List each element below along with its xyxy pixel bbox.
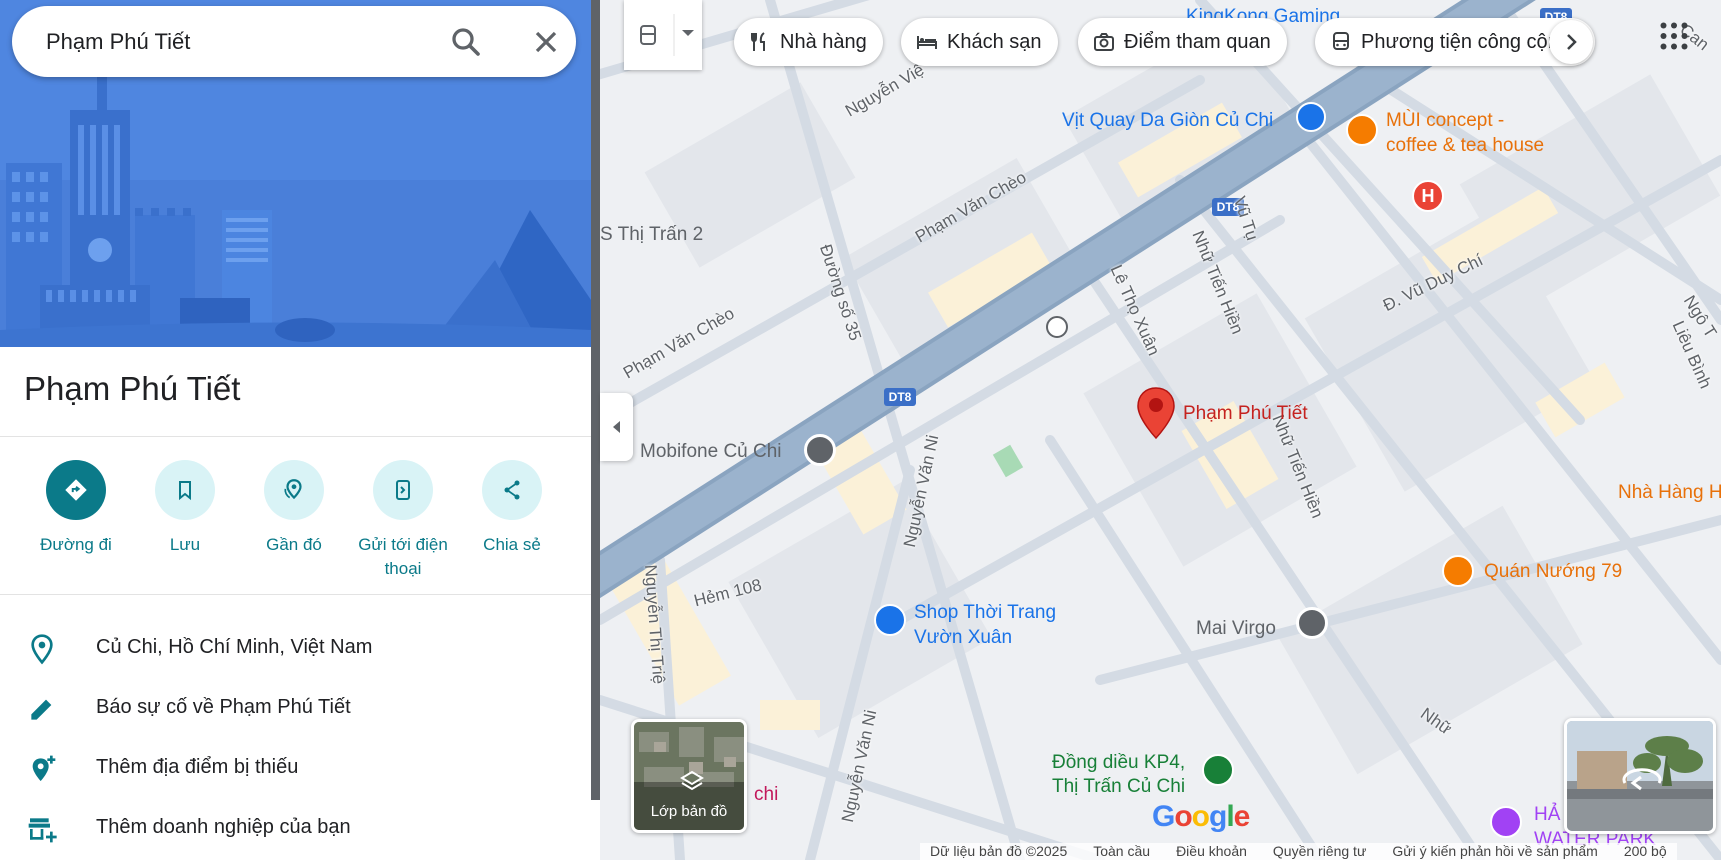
add-missing-place-text: Thêm địa điểm bị thiếu xyxy=(96,756,299,778)
layers-label: Lớp bản đồ xyxy=(650,803,728,820)
divider xyxy=(0,436,591,437)
shopping-bag-icon[interactable] xyxy=(1296,102,1326,132)
chip-label: Khách sạn xyxy=(947,30,1042,53)
feedback-link[interactable]: Gửi ý kiến phản hồi về sản phẩm xyxy=(1392,843,1598,860)
send-to-phone-button[interactable]: Gửi tới điện thoại xyxy=(348,460,458,581)
scale-bar[interactable]: 200 bộ xyxy=(1624,843,1667,860)
poi-label[interactable]: Mobifone Củ Chi xyxy=(640,441,782,463)
hospital-icon[interactable]: H xyxy=(1412,180,1444,212)
bookmark-icon xyxy=(155,460,215,520)
close-icon xyxy=(535,31,557,53)
location-pin-icon xyxy=(31,634,53,665)
google-apps-button[interactable] xyxy=(1656,18,1692,54)
nearby-icon xyxy=(264,460,324,520)
place-title: Phạm Phú Tiết xyxy=(24,370,241,407)
divider xyxy=(0,594,591,595)
nearby-button[interactable]: Gần đó xyxy=(239,460,349,557)
chip-hotels[interactable]: Khách sạn xyxy=(901,18,1058,66)
report-issue-row[interactable]: Báo sự cố về Phạm Phú Tiết xyxy=(0,681,591,737)
amusement-icon[interactable] xyxy=(1490,806,1522,838)
search-icon xyxy=(452,28,480,56)
place-panel: Phạm Phú Tiết Đường đi Lưu Gần đó Gửi xyxy=(0,0,591,860)
poi-label[interactable]: HẢ xyxy=(1534,804,1560,826)
save-button[interactable]: Lưu xyxy=(130,460,240,557)
share-button[interactable]: Chia sẻ xyxy=(457,460,567,557)
camera-icon xyxy=(1094,33,1114,51)
chip-attractions[interactable]: Điểm tham quan xyxy=(1078,18,1287,66)
chip-restaurants[interactable]: Nhà hàng xyxy=(734,18,883,66)
poi-label[interactable]: Shop Thời Trang xyxy=(914,602,1056,624)
poi-label[interactable]: Quán Nướng 79 xyxy=(1484,561,1622,583)
selected-place-marker[interactable] xyxy=(1136,386,1176,445)
send-to-phone-icon xyxy=(373,460,433,520)
hotel-icon xyxy=(917,36,937,49)
poi-label[interactable]: Thị Trấn Củ Chi xyxy=(1052,776,1185,798)
shopping-bag-icon[interactable] xyxy=(874,604,906,636)
directions-button[interactable]: Đường đi xyxy=(21,460,131,557)
bus-stop-icon[interactable] xyxy=(1046,316,1068,338)
chevron-right-icon xyxy=(1567,34,1577,50)
poi-label[interactable]: MÙI concept - xyxy=(1386,110,1504,132)
place-dot-icon[interactable] xyxy=(804,434,836,466)
directions-label: Đường đi xyxy=(40,535,112,554)
add-business-text: Thêm doanh nghiệp của bạn xyxy=(96,816,351,838)
road-shield-dt8: DT8 xyxy=(884,388,916,406)
add-location-icon xyxy=(32,755,56,781)
maps-app: Phạm Phú Tiết Đường đi Lưu Gần đó Gửi xyxy=(0,0,1721,860)
privacy-link[interactable]: Quyền riêng tư xyxy=(1273,843,1366,860)
collapse-panel-button[interactable] xyxy=(600,393,633,461)
selected-place-label[interactable]: Phạm Phú Tiết xyxy=(1183,403,1308,425)
search-input[interactable] xyxy=(46,6,426,77)
poi-label[interactable]: chi xyxy=(754,784,778,806)
report-issue-text: Báo sự cố về Phạm Phú Tiết xyxy=(96,696,351,718)
chips-next-button[interactable] xyxy=(1549,20,1593,64)
chip-label: Nhà hàng xyxy=(780,30,867,53)
poi-label[interactable]: Mai Virgo xyxy=(1196,618,1276,640)
map-layers-button[interactable]: Lớp bản đồ xyxy=(631,719,747,833)
restaurant-icon xyxy=(751,32,765,51)
add-business-row[interactable]: Thêm doanh nghiệp của bạn xyxy=(0,801,591,857)
map-data-attribution: Dữ liệu bản đồ ©2025 xyxy=(930,843,1068,859)
send-to-phone-label: Gửi tới điện thoại xyxy=(358,535,448,578)
panel-scrollbar[interactable] xyxy=(591,0,600,800)
directions-icon xyxy=(46,460,106,520)
share-icon xyxy=(482,460,542,520)
search-button[interactable] xyxy=(448,24,484,60)
pencil-icon xyxy=(31,699,52,720)
poi-label[interactable]: Vườn Xuân xyxy=(914,627,1012,649)
chevron-left-icon xyxy=(613,421,620,433)
park-icon[interactable] xyxy=(1202,754,1234,786)
bus-icon xyxy=(1333,32,1349,50)
address-row[interactable]: Củ Chi, Hồ Chí Minh, Việt Nam xyxy=(0,621,591,677)
chip-label: Phương tiện công cộng xyxy=(1361,30,1570,53)
map-footer: Dữ liệu bản đồ ©2025 Toàn cầu Điều khoản… xyxy=(920,843,1677,860)
coffee-icon[interactable] xyxy=(1346,114,1378,146)
google-logo: Google xyxy=(1152,800,1250,833)
chip-label: Điểm tham quan xyxy=(1124,30,1271,53)
street-view-thumbnail xyxy=(1567,721,1713,831)
area-label: S Thị Trấn 2 xyxy=(600,224,704,245)
red-pin-icon xyxy=(1137,387,1175,440)
save-label: Lưu xyxy=(169,535,201,554)
address-text: Củ Chi, Hồ Chí Minh, Việt Nam xyxy=(96,636,373,658)
terms-link[interactable]: Điều khoản xyxy=(1176,843,1247,860)
apps-grid-icon xyxy=(1660,22,1688,50)
poi-label[interactable]: Nhà Hàng H xyxy=(1618,482,1721,504)
restaurant-icon[interactable] xyxy=(1442,555,1474,587)
global-link[interactable]: Toàn cầu xyxy=(1093,843,1150,860)
nearby-label: Gần đó xyxy=(266,535,322,554)
clear-search-button[interactable] xyxy=(528,24,564,60)
place-dot-icon[interactable] xyxy=(1296,607,1328,639)
add-missing-place-row[interactable]: Thêm địa điểm bị thiếu xyxy=(0,741,591,797)
transit-icon xyxy=(640,14,694,56)
map-canvas[interactable]: DT8 DT8 DT8 Phạm Văn Chèo Phạm Văn Chèo … xyxy=(600,0,1721,860)
poi-label[interactable]: Đồng diều KP4, xyxy=(1052,752,1185,774)
share-label: Chia sẻ xyxy=(483,535,541,554)
poi-label[interactable]: Vịt Quay Da Giòn Củ Chi xyxy=(1062,110,1273,132)
poi-label[interactable]: coffee & tea house xyxy=(1386,135,1544,157)
street-view-preview[interactable] xyxy=(1564,718,1716,834)
add-business-icon xyxy=(28,818,57,843)
search-box xyxy=(12,6,576,77)
transit-layer-button[interactable] xyxy=(624,0,702,70)
